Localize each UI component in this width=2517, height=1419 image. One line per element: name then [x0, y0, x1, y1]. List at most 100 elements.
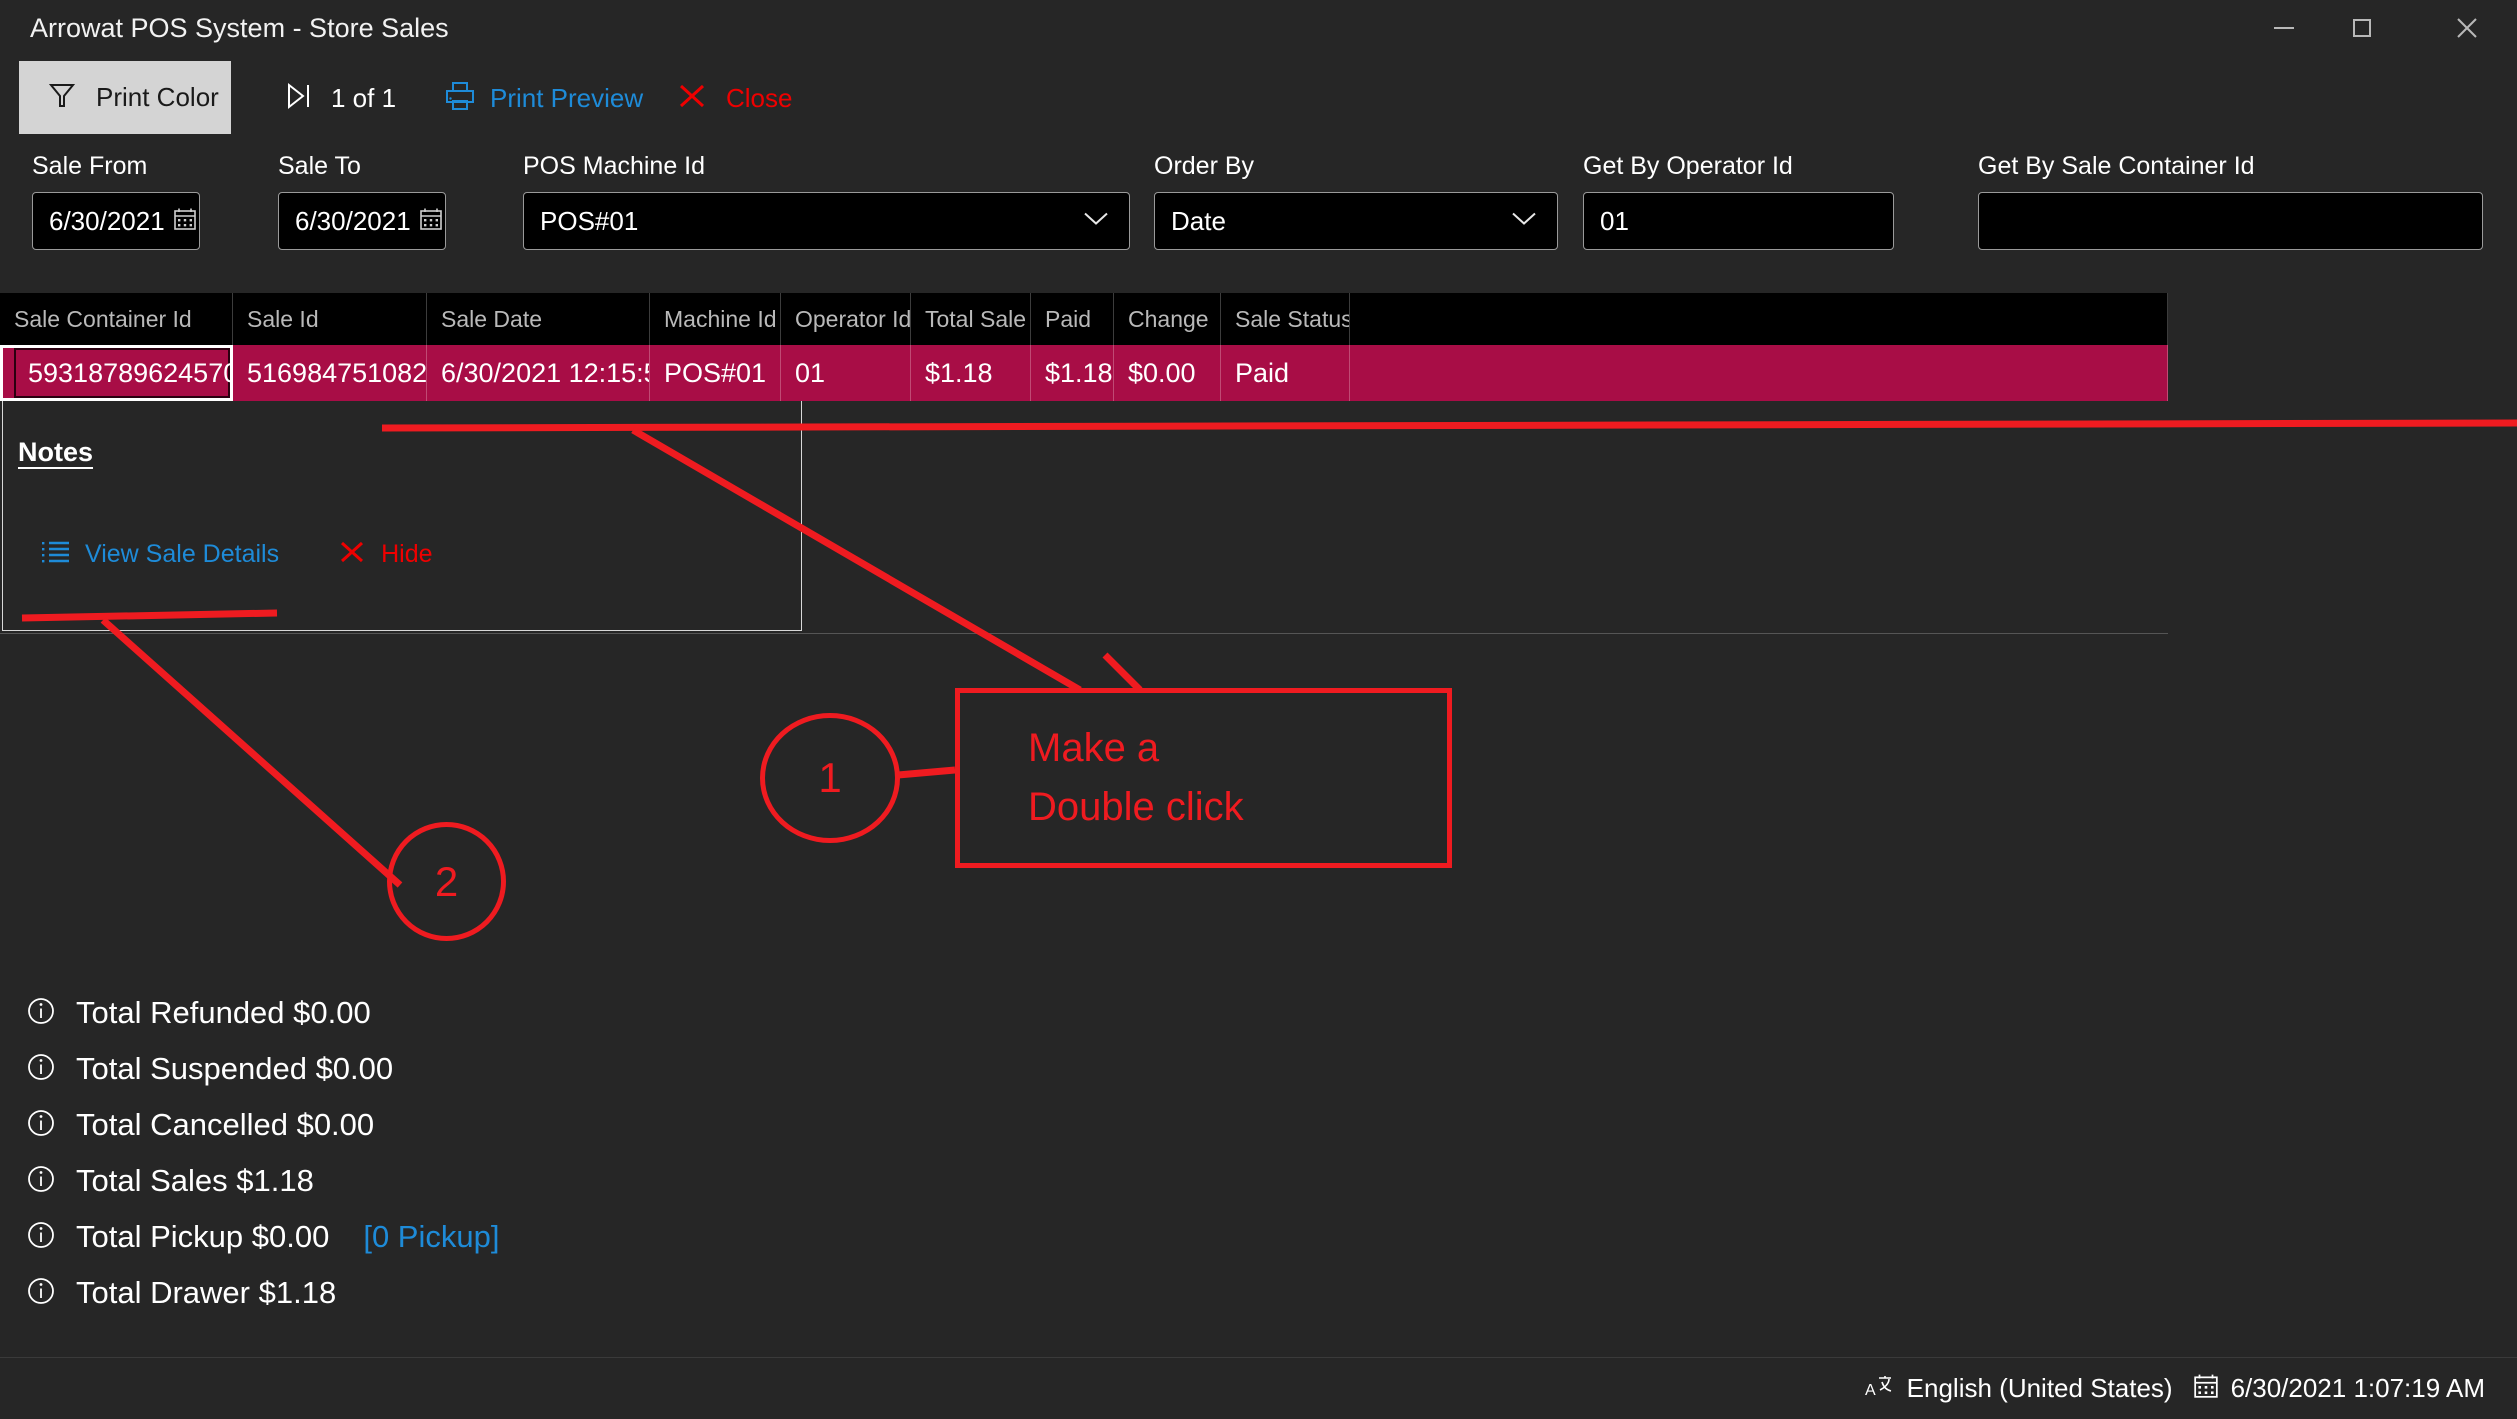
- info-icon: [26, 1052, 56, 1087]
- sale-from-value: 6/30/2021: [49, 205, 165, 236]
- info-icon: [26, 1108, 56, 1143]
- maximize-button[interactable]: [2325, 0, 2399, 56]
- page-indicator-label: 1 of 1: [331, 82, 397, 113]
- pos-machine-value: POS#01: [540, 205, 639, 236]
- grid-column-header[interactable]: [1350, 293, 2168, 345]
- chevron-down-icon[interactable]: [1509, 210, 1539, 233]
- grid-cell-selected[interactable]: 59318789624570002698: [0, 345, 233, 401]
- svg-text:A: A: [1865, 1382, 1876, 1399]
- notes-actions: View Sale Details Hide: [41, 537, 433, 572]
- calendar-icon[interactable]: [419, 207, 443, 236]
- callout-line-2: Double click: [1028, 785, 1244, 829]
- window-close-button[interactable]: [2430, 0, 2504, 56]
- annotation-marker-1-label: 1: [818, 754, 842, 801]
- print-preview-button[interactable]: Print Preview: [444, 76, 643, 120]
- grid-cell[interactable]: Paid: [1221, 345, 1350, 401]
- grid-column-header[interactable]: Paid: [1031, 293, 1114, 345]
- sale-from-group: Sale From 6/30/2021: [32, 152, 200, 250]
- sale-to-input[interactable]: 6/30/2021: [278, 192, 446, 250]
- chevron-down-icon[interactable]: [1081, 210, 1111, 233]
- grid-column-header[interactable]: Total Sale: [911, 293, 1031, 345]
- view-sale-details-label: View Sale Details: [85, 540, 280, 568]
- summary-row: Total Pickup $0.00 [0 Pickup]: [0, 1209, 2517, 1265]
- grid-column-header-label: Paid: [1045, 305, 1092, 332]
- grid-cell[interactable]: $0.00: [1114, 345, 1221, 401]
- grid-cell[interactable]: [1350, 345, 2168, 401]
- operator-id-label: Get By Operator Id: [1583, 152, 1793, 180]
- grid-cell-value: $1.18: [1045, 357, 1113, 388]
- language-indicator[interactable]: A English (United States): [1865, 1373, 2173, 1404]
- operator-id-value: 01: [1600, 205, 1629, 236]
- notes-title: Notes: [18, 437, 94, 467]
- grid-column-header[interactable]: Sale Container Id: [0, 293, 233, 345]
- print-color-button[interactable]: Print Color: [19, 61, 231, 134]
- summary-row-extra[interactable]: [0 Pickup]: [363, 1219, 499, 1255]
- clock-label: 6/30/2021 1:07:19 AM: [2230, 1373, 2485, 1403]
- grid-column-header-label: Total Sale: [925, 305, 1027, 332]
- annotation-marker-2: 2: [387, 822, 506, 941]
- grid-column-header[interactable]: Sale Id: [233, 293, 427, 345]
- grid-cell-value: Paid: [1235, 357, 1290, 388]
- summary-row: Total Sales $1.18: [0, 1153, 2517, 1209]
- pos-machine-select[interactable]: POS#01: [523, 192, 1130, 250]
- grid-cell-value: $1.18: [925, 357, 993, 388]
- operator-id-input-wrap[interactable]: 01: [1583, 192, 1894, 250]
- sales-grid: Sale Container Id Sale Id Sale Date Machine…: [0, 293, 2168, 634]
- grid-cell[interactable]: 6/30/2021 12:15:57 AM: [427, 345, 650, 401]
- table-row[interactable]: 59318789624570002698 5169847510820156 6/30…: [0, 345, 2168, 401]
- toolbar: Print Color 1 of 1 Print Preview Close: [0, 56, 2517, 142]
- print-color-label: Print Color: [96, 82, 219, 112]
- grid-column-header-label: Change: [1128, 305, 1209, 332]
- language-label: English (United States): [1906, 1373, 2173, 1403]
- sale-from-input[interactable]: 6/30/2021: [32, 192, 200, 250]
- annotation-marker-2-label: 2: [434, 857, 459, 905]
- grid-column-header[interactable]: Change: [1114, 293, 1221, 345]
- order-by-value: Date: [1171, 205, 1226, 236]
- view-sale-details-button[interactable]: View Sale Details: [41, 539, 279, 570]
- summary-row: Total Drawer $1.18: [0, 1265, 2517, 1321]
- page-navigator[interactable]: 1 of 1: [285, 76, 396, 120]
- pos-machine-label: POS Machine Id: [523, 152, 706, 180]
- grid-rows: 59318789624570002698 5169847510820156 6/30…: [0, 345, 2168, 401]
- grid-column-header[interactable]: Machine Id: [650, 293, 781, 345]
- status-bar: A English (United States) 6/30/2021 1:07…: [0, 1357, 2517, 1419]
- minimize-button[interactable]: [2247, 0, 2321, 56]
- grid-column-header[interactable]: Operator Id: [781, 293, 911, 345]
- sale-container-id-input-wrap[interactable]: [1978, 192, 2483, 250]
- grid-cell[interactable]: $1.18: [911, 345, 1031, 401]
- minimize-icon: [2271, 15, 2297, 41]
- summary-row-label: Total Sales $1.18: [76, 1163, 314, 1198]
- notes-panel: Notes View Sale Details Hide: [2, 401, 802, 631]
- grid-column-header-label: Sale Status: [1235, 305, 1350, 332]
- order-by-group: Order By Date: [1154, 152, 1558, 250]
- info-icon: [26, 1276, 56, 1311]
- sale-to-value: 6/30/2021: [295, 205, 411, 236]
- grid-column-header-label: Sale Date: [441, 305, 543, 332]
- order-by-label: Order By: [1154, 152, 1255, 180]
- printer-funnel-icon: [45, 78, 79, 117]
- grid-cell-inner: 59318789624570002698: [14, 348, 230, 398]
- grid-cell[interactable]: POS#01: [650, 345, 781, 401]
- callout-line-1: Make a: [1028, 725, 1160, 770]
- hide-notes-button[interactable]: Hide: [337, 537, 433, 572]
- calendar-icon[interactable]: [173, 207, 197, 236]
- summary-row: Total Refunded $0.00: [0, 985, 2517, 1041]
- summary-row: Total Cancelled $0.00: [0, 1097, 2517, 1153]
- grid-cell[interactable]: 5169847510820156: [233, 345, 427, 401]
- grid-column-header[interactable]: Sale Date: [427, 293, 650, 345]
- list-icon: [41, 539, 71, 570]
- grid-detail-area: Notes View Sale Details Hide: [0, 401, 2168, 634]
- grid-cell[interactable]: $1.18: [1031, 345, 1114, 401]
- order-by-select[interactable]: Date: [1154, 192, 1558, 250]
- info-icon: [26, 996, 56, 1031]
- info-icon: [26, 1164, 56, 1199]
- clock-indicator[interactable]: 6/30/2021 1:07:19 AM: [2193, 1373, 2485, 1404]
- sale-to-group: Sale To 6/30/2021: [278, 152, 446, 250]
- sale-to-label: Sale To: [278, 152, 361, 180]
- summary-totals: Total Refunded $0.00 Total Suspended $0.0…: [0, 985, 2517, 1321]
- close-report-button[interactable]: Close: [676, 76, 792, 120]
- print-preview-label: Print Preview: [490, 82, 644, 113]
- pos-machine-group: POS Machine Id POS#01: [523, 152, 1130, 250]
- grid-column-header[interactable]: Sale Status: [1221, 293, 1350, 345]
- grid-cell[interactable]: 01: [781, 345, 911, 401]
